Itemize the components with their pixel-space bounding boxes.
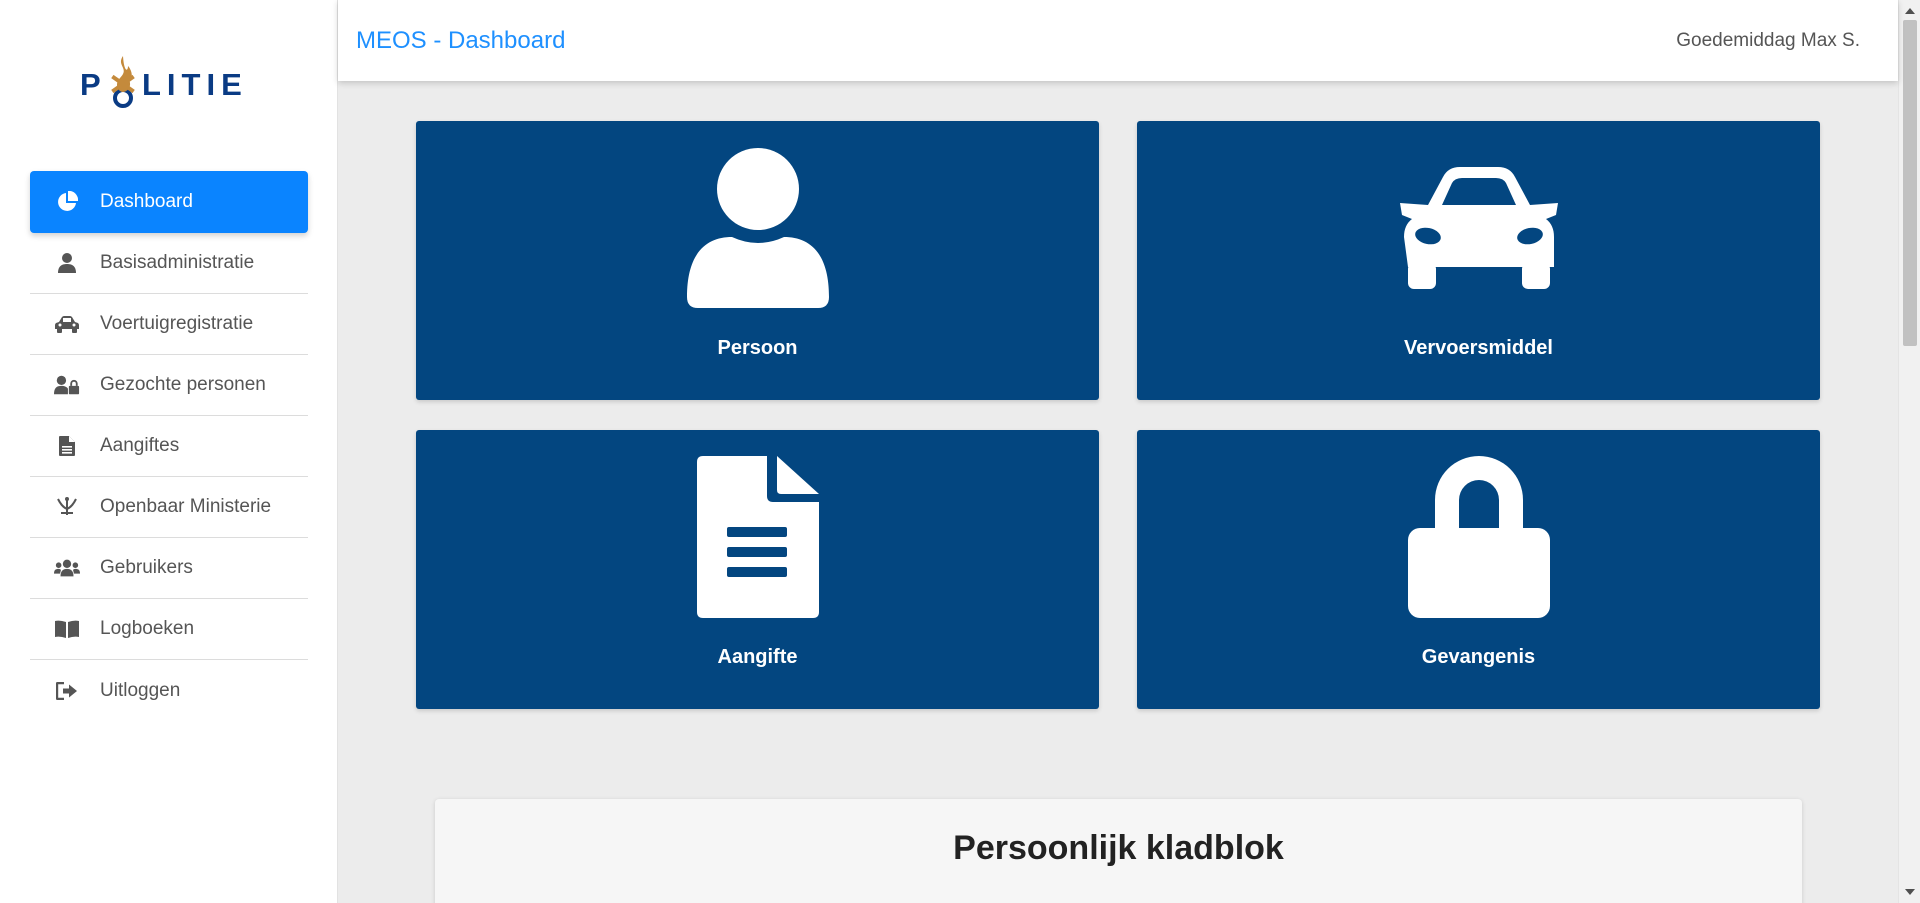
top-header: MEOS - Dashboard Goedemiddag Max S. <box>338 0 1898 81</box>
user-icon <box>54 252 80 274</box>
sidebar-item-gebruikers[interactable]: Gebruikers <box>30 538 308 599</box>
tile-label: Aangifte <box>717 646 798 668</box>
sidebar-item-logboeken[interactable]: Logboeken <box>30 599 308 660</box>
sidebar-item-dashboard[interactable]: Dashboard <box>30 171 308 233</box>
sidebar-item-uitloggen[interactable]: Uitloggen <box>30 660 308 721</box>
sidebar-item-label: Logboeken <box>100 618 195 639</box>
sign-out-icon <box>54 680 80 702</box>
sidebar-item-label: Gebruikers <box>100 557 193 578</box>
sidebar-item-label: Basisadministratie <box>100 252 255 273</box>
app-root: P LITIE Dashboard Basisadministratie Voe… <box>0 0 1920 903</box>
book-icon <box>54 618 80 640</box>
sidebar-item-label: Uitloggen <box>100 679 181 701</box>
tile-persoon[interactable]: Persoon <box>416 121 1099 400</box>
sidebar-item-label: Dashboard <box>100 191 193 212</box>
tile-aangifte[interactable]: Aangifte <box>416 430 1099 709</box>
page-scrollbar[interactable] <box>1898 0 1920 903</box>
tile-gevangenis[interactable]: Gevangenis <box>1137 430 1820 709</box>
sidebar: P LITIE Dashboard Basisadministratie Voe… <box>0 0 338 903</box>
pie-chart-icon <box>54 191 80 213</box>
user-icon <box>673 143 843 313</box>
tile-label: Vervoersmiddel <box>1404 337 1553 359</box>
politie-logo[interactable]: P LITIE <box>80 50 250 116</box>
lock-icon <box>1394 452 1564 622</box>
sidebar-item-label: Aangiftes <box>100 435 180 456</box>
notepad-title: Persoonlijk kladblok <box>953 829 1284 867</box>
user-lock-icon <box>54 374 80 396</box>
sidebar-item-label: Voertuigregistratie <box>100 313 254 334</box>
sidebar-item-voertuigregistratie[interactable]: Voertuigregistratie <box>30 294 308 355</box>
scroll-down-icon[interactable] <box>1905 889 1915 895</box>
svg-text:P: P <box>80 67 101 102</box>
sidebar-nav: Dashboard Basisadministratie Voertuigreg… <box>30 171 308 721</box>
user-greeting: Goedemiddag Max S. <box>1676 29 1860 51</box>
svg-text:LITIE: LITIE <box>142 67 248 102</box>
scroll-up-icon[interactable] <box>1905 8 1915 14</box>
sidebar-item-label: Gezochte personen <box>100 374 266 395</box>
sidebar-item-basisadministratie[interactable]: Basisadministratie <box>30 233 308 294</box>
sidebar-item-aangiftes[interactable]: Aangiftes <box>30 416 308 477</box>
car-icon <box>1394 143 1564 313</box>
scrollbar-thumb[interactable] <box>1903 20 1917 346</box>
sidebar-item-gezochte-personen[interactable]: Gezochte personen <box>30 355 308 416</box>
tile-label: Gevangenis <box>1421 646 1536 668</box>
tile-vervoersmiddel[interactable]: Vervoersmiddel <box>1137 121 1820 400</box>
sidebar-item-label: Openbaar Ministerie <box>100 496 272 517</box>
car-icon <box>54 313 80 335</box>
file-alt-icon <box>673 452 843 622</box>
page-title: MEOS - Dashboard <box>356 26 566 54</box>
tile-label: Persoon <box>717 337 798 359</box>
file-icon <box>54 435 80 457</box>
users-icon <box>54 557 80 579</box>
sidebar-item-openbaar-ministerie[interactable]: Openbaar Ministerie <box>30 477 308 538</box>
om-emblem-icon <box>54 496 80 518</box>
personal-notepad: Persoonlijk kladblok <box>435 799 1802 903</box>
